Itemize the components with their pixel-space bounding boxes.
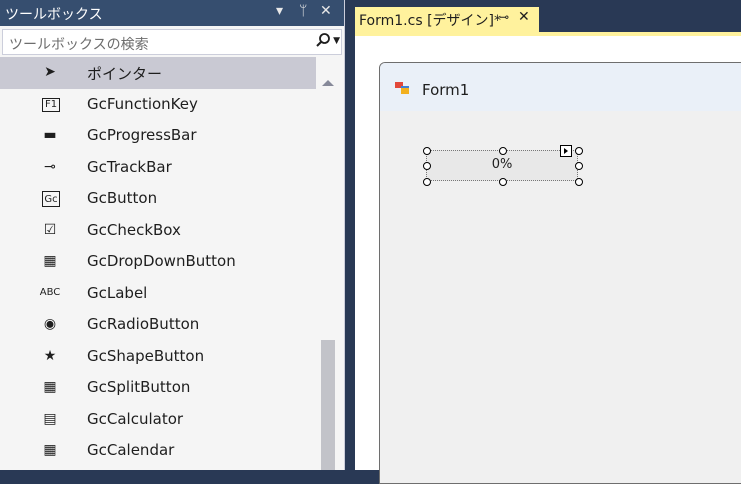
dropdown-icon[interactable]: ▾: [276, 3, 283, 19]
toolbox-item[interactable]: F1 GcFunctionKey: [0, 89, 316, 121]
toolbox-item-label: GcSplitButton: [87, 378, 191, 396]
label-icon: ABC: [39, 287, 61, 298]
scrollbar-thumb[interactable]: [321, 340, 335, 470]
toolbox-item-label: GcCalculator: [87, 409, 184, 428]
search-icon[interactable]: [315, 32, 331, 52]
calculator-icon: ▤: [43, 410, 57, 427]
tab-close-icon[interactable]: ✕: [518, 9, 530, 25]
document-tab-strip: Form1.cs [デザイン]* ⊸ ✕: [345, 0, 741, 32]
toolbox-item-label: GcShapeButton: [87, 346, 205, 365]
resize-handle-top[interactable]: [499, 147, 507, 155]
toolbox-scrollbar[interactable]: [317, 75, 339, 470]
toolbox-item-label: GcLabel: [87, 283, 148, 302]
toolbox-item[interactable]: ▦ GcSplitButton: [0, 372, 316, 404]
tab-form1-design[interactable]: Form1.cs [デザイン]* ⊸ ✕: [355, 7, 539, 32]
calendar-icon: ▦: [43, 442, 57, 458]
toolbox-search-box[interactable]: ツールボックスの検索 ▼: [2, 29, 342, 55]
close-icon[interactable]: ✕: [320, 3, 332, 19]
resize-handle-bottom-left[interactable]: [423, 178, 431, 186]
radio-button-icon: ◉: [43, 316, 57, 332]
toolbox-item-label: GcRadioButton: [87, 315, 200, 333]
smart-tag-icon[interactable]: [560, 145, 572, 157]
toolbox-item[interactable]: ▤ GcCalculator: [0, 404, 316, 436]
search-options-icon[interactable]: ▼: [333, 36, 340, 46]
pin-icon[interactable]: ᛘ: [299, 3, 307, 19]
pointer-icon: ➤: [44, 64, 56, 80]
toolbox-item-label: ポインター: [87, 65, 163, 83]
toolbox-item[interactable]: ▬ GcProgressBar: [0, 120, 316, 152]
progress-bar-icon: ▬: [43, 127, 57, 143]
button-icon: Gc: [42, 191, 60, 207]
split-button-icon: ▦: [43, 379, 57, 395]
toolbox-item[interactable]: ★ GcShapeButton: [0, 341, 316, 373]
dropdown-button-icon: ▦: [43, 253, 57, 269]
designer-canvas: Form1 0%: [355, 36, 741, 484]
form-icon: [395, 82, 409, 94]
resize-handle-right[interactable]: [575, 162, 583, 170]
designer-surface: Form1 0%: [355, 32, 741, 484]
toolbox-item[interactable]: ▦ GcCalendar: [0, 435, 316, 467]
toolbox-item[interactable]: Gc GcButton: [0, 183, 316, 215]
form-title-bar: Form1: [380, 63, 741, 111]
shape-button-icon: ★: [43, 347, 57, 364]
progress-text: 0%: [491, 157, 513, 172]
toolbox-item[interactable]: ▦ GcDropDownButton: [0, 246, 316, 278]
resize-handle-left[interactable]: [423, 162, 431, 170]
toolbox-item[interactable]: ☑ GcCheckBox: [0, 215, 316, 247]
form-title: Form1: [422, 81, 470, 99]
toolbox-item[interactable]: ➤ ポインター: [0, 57, 316, 89]
toolbox-item-label: GcProgressBar: [87, 126, 197, 144]
toolbox-item[interactable]: ⊸ GcTrackBar: [0, 152, 316, 184]
toolbox-item[interactable]: ABC GcLabel: [0, 278, 316, 310]
toolbox-item-label: GcFunctionKey: [87, 94, 198, 113]
checkbox-icon: ☑: [43, 221, 57, 238]
tab-pin-icon[interactable]: ⊸: [499, 10, 509, 24]
toolbox-item-label: GcCalendar: [87, 441, 175, 459]
toolbox-item-label: GcButton: [87, 189, 158, 207]
toolbox-item-label: GcCheckBox: [87, 220, 181, 239]
tab-label: Form1.cs [デザイン]*: [359, 13, 501, 29]
toolbox-panel: ツールボックス ▾ ᛘ ✕ ツールボックスの検索 ▼ ➤ ポインター F1 GcFun…: [0, 0, 345, 470]
form-client-area[interactable]: 0%: [380, 111, 741, 483]
resize-handle-top-right[interactable]: [575, 147, 583, 155]
form1-window[interactable]: Form1 0%: [379, 62, 741, 484]
toolbox-item-label: GcTrackBar: [87, 157, 172, 176]
toolbox-title-bar: ツールボックス ▾ ᛘ ✕: [0, 0, 344, 26]
toolbox-item-label: GcDropDownButton: [87, 252, 236, 270]
toolbox-item-list: ➤ ポインター F1 GcFunctionKey ▬ GcProgressBar ⊸ GcTr…: [0, 57, 316, 467]
resize-handle-bottom[interactable]: [499, 178, 507, 186]
resize-handle-bottom-right[interactable]: [575, 178, 583, 186]
track-bar-icon: ⊸: [44, 158, 56, 175]
function-key-icon: F1: [42, 97, 60, 112]
scroll-up-icon[interactable]: [322, 80, 334, 86]
toolbox-item[interactable]: ◉ GcRadioButton: [0, 309, 316, 341]
search-input[interactable]: ツールボックスの検索: [9, 34, 149, 54]
resize-handle-top-left[interactable]: [423, 147, 431, 155]
toolbox-title: ツールボックス: [5, 7, 103, 23]
